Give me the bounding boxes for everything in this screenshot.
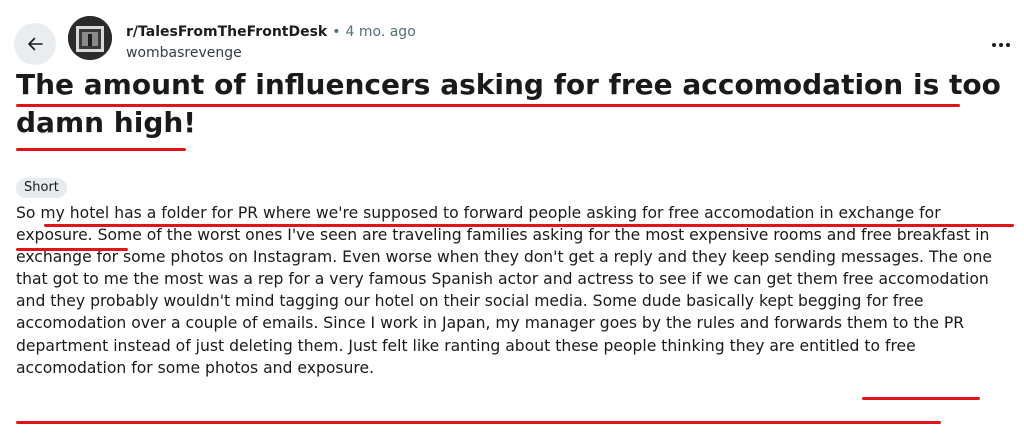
post-time: 4 mo. ago (345, 24, 416, 40)
post-meta: r/TalesFromTheFrontDesk • 4 mo. ago (126, 22, 416, 42)
post-flair[interactable]: Short (16, 178, 67, 198)
more-options-button[interactable] (988, 36, 1014, 54)
title-underline (16, 148, 186, 151)
body-underline (44, 224, 1014, 227)
subreddit-link[interactable]: r/TalesFromTheFrontDesk (126, 24, 327, 40)
more-horizontal-icon (992, 43, 1010, 47)
back-button[interactable] (14, 23, 56, 65)
meta-separator: • (332, 24, 341, 40)
arrow-left-icon (28, 37, 43, 51)
post-body: So my hotel has a folder for PR where we… (16, 204, 992, 377)
body-underline (862, 397, 980, 400)
avatar-image (68, 16, 112, 60)
body-underline (16, 421, 941, 424)
subreddit-avatar[interactable] (68, 16, 112, 60)
body-underline (16, 248, 128, 251)
author-link[interactable]: wombasrevenge (126, 44, 242, 62)
title-underline (16, 104, 960, 107)
